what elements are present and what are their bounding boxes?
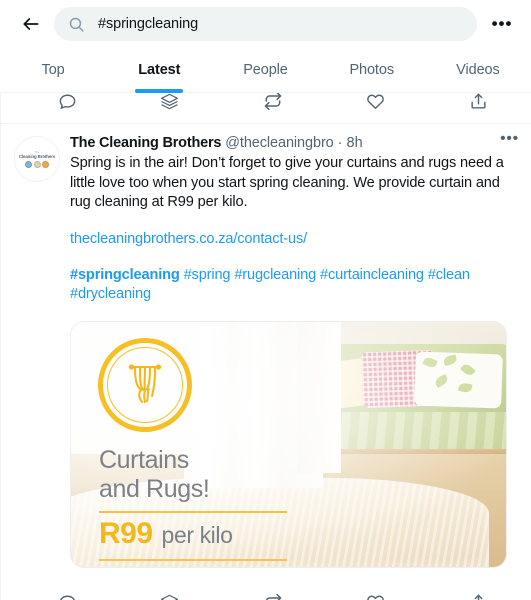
tab-latest[interactable]: Latest [106,48,212,92]
avatar[interactable]: The Cleaning Brothers [14,136,60,182]
tweet-hashtags: #springcleaning #spring #rugcleaning #cu… [70,266,517,305]
promo-caption-line1: Curtains [99,445,189,474]
tweet-timestamp[interactable]: 8h [347,134,363,153]
previous-tweet-action-bar [0,93,531,123]
tweet-action-bar [0,578,531,600]
search-field[interactable]: #springcleaning [54,7,477,41]
stacked-layers-icon[interactable] [159,93,181,112]
retweet-icon[interactable] [262,93,284,112]
retweet-button[interactable] [262,592,284,600]
share-button[interactable] [467,592,489,600]
curtain-icon [119,356,171,413]
tab-videos[interactable]: Videos [425,48,531,92]
tweet-media-image[interactable]: Curtains and Rugs! R99 per kilo [70,320,507,568]
tab-photos[interactable]: Photos [319,48,425,92]
promo-divider [99,510,287,513]
heart-icon[interactable] [364,93,386,112]
tweet-separator: · [337,135,343,151]
search-icon [68,16,86,33]
back-button[interactable] [14,7,48,41]
promo-divider-bottom [99,558,287,561]
tweet-text: Spring is in the air! Don’t forget to gi… [70,155,504,210]
search-input-value[interactable]: #springcleaning [98,16,198,32]
avatar-brand-name: Cleaning Brothers [18,153,56,159]
top-bar: #springcleaning ••• [0,0,531,48]
back-arrow-icon [21,14,41,34]
tweet-more-button[interactable]: ••• [500,131,519,146]
search-tabs: Top Latest People Photos Videos [0,48,531,93]
curtain-badge [98,337,192,432]
promo-caption: Curtains and Rugs! R99 per kilo [99,446,496,561]
twitter-search-screen: #springcleaning ••• Top Latest People Ph… [0,0,531,600]
hashtag-rugcleaning[interactable]: #rugcleaning [234,267,316,283]
promo-price: R99 [99,516,153,550]
share-icon[interactable] [467,93,489,112]
tab-top[interactable]: Top [0,48,106,92]
avatar-dots [25,160,49,168]
views-button[interactable] [159,592,181,600]
like-button[interactable] [364,592,386,600]
tweet-link[interactable]: thecleaningbrothers.co.za/contact-us/ [70,230,517,249]
tweet-body: The Cleaning Brothers @thecleaningbro · … [62,134,517,568]
avatar-column: The Cleaning Brothers [14,134,62,568]
reply-icon[interactable] [56,93,78,112]
tweet-handle[interactable]: @thecleaningbro [225,134,333,153]
top-more-button[interactable]: ••• [487,7,517,41]
tweet-header: The Cleaning Brothers @thecleaningbro · … [70,134,517,153]
hashtag-springcleaning[interactable]: #springcleaning [70,267,180,283]
hashtag-spring[interactable]: #spring [184,267,231,283]
promo-price-unit: per kilo [161,521,233,548]
reply-button[interactable] [56,592,78,600]
column-left-border [0,93,1,600]
promo-price-row: R99 per kilo [99,517,496,551]
hashtag-drycleaning[interactable]: #drycleaning [70,286,151,302]
hashtag-clean[interactable]: #clean [428,267,470,283]
tab-people[interactable]: People [212,48,318,92]
hashtag-curtaincleaning[interactable]: #curtaincleaning [320,267,424,283]
tweet[interactable]: The Cleaning Brothers The Cleaning Broth… [0,124,531,568]
tweet-display-name[interactable]: The Cleaning Brothers [70,134,221,153]
promo-caption-line2: and Rugs! [99,474,210,503]
